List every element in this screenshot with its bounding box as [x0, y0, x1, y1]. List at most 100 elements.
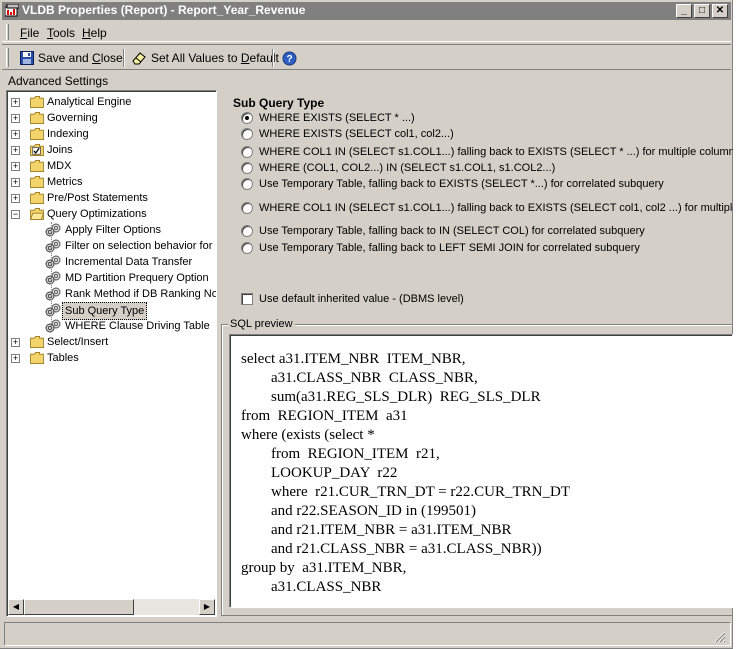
sql-line: and r22.SEASON_ID in (199501) — [241, 503, 476, 519]
open-folder-icon — [29, 208, 45, 220]
tree-item-label: Select/Insert — [47, 336, 109, 348]
sub-query-option[interactable]: WHERE (COL1, COL2...) IN (SELECT s1.COL1… — [241, 161, 555, 175]
folder-icon — [30, 352, 44, 364]
radio-button[interactable] — [241, 162, 253, 174]
sub-query-option[interactable]: WHERE COL1 IN (SELECT s1.COL1...) fallin… — [241, 201, 738, 215]
tree-item-label: MDX — [47, 160, 72, 172]
scroll-left-arrow-icon[interactable]: ◀ — [8, 599, 24, 615]
sub-query-option[interactable]: WHERE EXISTS (SELECT col1, col2...) — [241, 127, 454, 141]
option-label: WHERE (COL1, COL2...) IN (SELECT s1.COL1… — [259, 162, 556, 174]
expand-icon[interactable]: + — [11, 130, 20, 139]
help-icon: ? — [282, 51, 297, 65]
minimize-button[interactable]: _ — [676, 4, 692, 18]
option-label: Use Temporary Table, falling back to EXI… — [259, 178, 664, 190]
sub-query-option[interactable]: WHERE COL1 IN (SELECT s1.COL1...) fallin… — [241, 145, 738, 159]
sub-query-option[interactable]: WHERE EXISTS (SELECT * ...) — [241, 111, 415, 125]
menu-bar: File Tools Help — [2, 22, 731, 42]
option-label: Use Temporary Table, falling back to IN … — [259, 225, 645, 237]
status-bar — [4, 622, 731, 646]
expand-icon[interactable]: + — [11, 114, 20, 123]
save-and-close-button[interactable]: Save and Close — [20, 48, 123, 68]
radio-button[interactable] — [241, 178, 253, 190]
expand-icon[interactable]: + — [11, 178, 20, 187]
sql-line: LOOKUP_DAY r22 — [241, 465, 398, 481]
setting-gears-icon — [45, 255, 61, 269]
menu-tools-rest: ools — [53, 26, 76, 40]
expand-icon[interactable]: + — [11, 338, 20, 347]
sql-line: a31.CLASS_NBR CLASS_NBR, — [241, 370, 478, 386]
sql-line: and r21.ITEM_NBR = a31.ITEM_NBR — [241, 522, 512, 538]
title-bar[interactable]: VLDB Properties (Report) - Report_Year_R… — [2, 2, 731, 20]
expand-icon[interactable]: + — [11, 354, 20, 363]
vldb-properties-window: VLDB Properties (Report) - Report_Year_R… — [0, 0, 738, 649]
sub-query-option[interactable]: Use Temporary Table, falling back to IN … — [241, 224, 645, 238]
radio-button[interactable] — [241, 112, 253, 124]
sql-preview-text[interactable]: select a31.ITEM_NBR ITEM_NBR, a31.CLASS_… — [229, 334, 733, 608]
save-close-key: C — [92, 51, 101, 65]
set-all-default-button[interactable]: Set All Values to Default — [131, 48, 279, 68]
folder-icon — [30, 336, 44, 348]
default-inherited-checkbox[interactable] — [241, 293, 253, 305]
tree-item-label: Incremental Data Transfer — [65, 256, 193, 268]
folder-icon — [30, 160, 44, 172]
save-icon — [20, 51, 34, 65]
toolbar-separator-2 — [272, 49, 274, 67]
folder-icon — [30, 176, 44, 188]
tree-item-label: Metrics — [47, 176, 83, 188]
radio-button[interactable] — [241, 242, 253, 254]
setting-gears-icon — [45, 287, 61, 301]
expand-icon[interactable]: + — [11, 194, 20, 203]
tree-item-label: Tables — [47, 352, 79, 364]
option-label: WHERE EXISTS (SELECT * ...) — [259, 112, 415, 124]
menu-grip[interactable] — [6, 24, 9, 40]
radio-button[interactable] — [241, 128, 253, 140]
sql-line: group by a31.ITEM_NBR, — [241, 560, 407, 576]
close-button[interactable]: ✕ — [712, 4, 728, 18]
expand-icon[interactable]: + — [11, 98, 20, 107]
expand-icon[interactable]: + — [11, 162, 20, 171]
radio-button[interactable] — [241, 225, 253, 237]
help-button[interactable]: ? — [282, 48, 297, 68]
sub-query-option[interactable]: Use Temporary Table, falling back to LEF… — [241, 241, 640, 255]
sql-preview-label: SQL preview — [228, 318, 295, 330]
tree-item-label: Analytical Engine — [47, 96, 132, 108]
sql-line: select a31.ITEM_NBR ITEM_NBR, — [241, 351, 466, 367]
tree-item-label: Apply Filter Options — [65, 224, 161, 236]
maximize-icon: □ — [698, 5, 706, 16]
default-inherited-checkbox-row[interactable]: Use default inherited value - (DBMS leve… — [241, 292, 464, 306]
minimize-icon: _ — [681, 5, 687, 16]
maximize-button[interactable]: □ — [694, 4, 710, 18]
setting-title: Sub Query Type — [233, 96, 325, 110]
setting-gears-icon — [45, 319, 61, 333]
radio-button[interactable] — [241, 202, 253, 214]
sql-line: where (exists (select * — [241, 427, 375, 443]
radio-button[interactable] — [241, 146, 253, 158]
setting-gears-icon — [45, 223, 61, 237]
toolbar-grip[interactable] — [6, 48, 9, 67]
scroll-thumb[interactable] — [24, 599, 134, 615]
sql-line: a31.CLASS_NBR — [241, 579, 382, 595]
svg-text:?: ? — [286, 54, 292, 65]
toolbar: Save and Close Set All Values to Default… — [2, 44, 731, 70]
menu-file[interactable]: File — [20, 26, 39, 40]
sub-query-option[interactable]: Use Temporary Table, falling back to EXI… — [241, 177, 664, 191]
option-label: WHERE COL1 IN (SELECT s1.COL1...) fallin… — [259, 202, 738, 214]
resize-grip-icon[interactable] — [714, 631, 726, 643]
setting-gears-icon — [45, 271, 61, 285]
setting-gears-icon — [45, 303, 61, 317]
tree-horizontal-scrollbar[interactable]: ◀ ▶ — [8, 599, 215, 615]
settings-tree[interactable]: + Analytical Engine + Governing + Indexing + Jo… — [6, 90, 217, 617]
option-label: WHERE EXISTS (SELECT col1, col2...) — [259, 128, 454, 140]
sql-line: from REGION_ITEM a31 — [241, 408, 408, 424]
expand-icon[interactable]: + — [11, 146, 20, 155]
menu-file-rest: ile — [27, 26, 40, 40]
tree-item-label: Indexing — [47, 128, 89, 140]
sql-line: sum(a31.REG_SLS_DLR) REG_SLS_DLR — [241, 389, 541, 405]
tree-item-label: Rank Method if DB Ranking Not — [65, 288, 217, 300]
sql-line: where r21.CUR_TRN_DT = r22.CUR_TRN_DT — [241, 484, 570, 500]
scroll-right-arrow-icon[interactable]: ▶ — [199, 599, 215, 615]
menu-tools[interactable]: Tools — [47, 26, 75, 40]
menu-help[interactable]: Help — [82, 26, 107, 40]
collapse-icon[interactable]: − — [11, 210, 20, 219]
tree-item-label: MD Partition Prequery Option — [65, 272, 209, 284]
